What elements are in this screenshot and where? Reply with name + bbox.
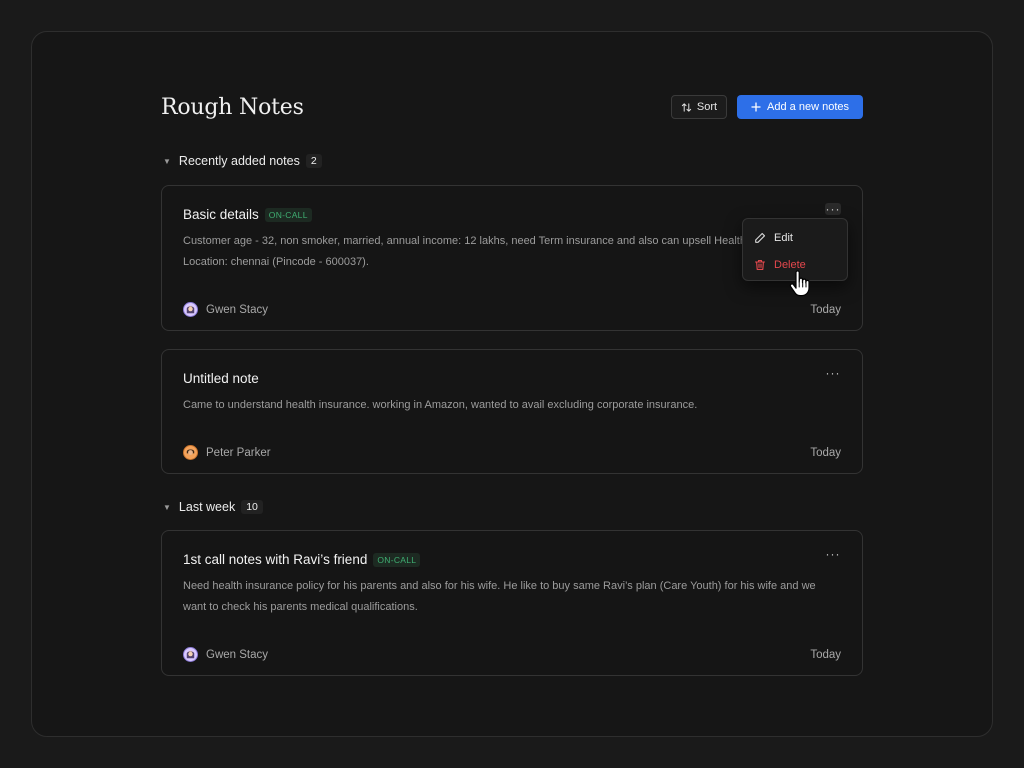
section-header-last-week[interactable]: ▼ Last week 10 [161,498,863,516]
section-label: Recently added notes [178,154,300,168]
author-name: Peter Parker [206,446,271,459]
avatar [183,302,198,317]
trash-icon [754,259,766,271]
more-options-button[interactable]: ··· [825,203,841,215]
section-count-badge: 2 [305,154,322,168]
note-date: Today [810,446,841,459]
add-note-label: Add a new notes [767,101,849,113]
more-horizontal-icon: ··· [825,366,841,380]
avatar [183,445,198,460]
on-call-tag: ON-CALL [264,207,312,222]
plus-icon [751,102,761,112]
note-footer: Gwen Stacy Today [183,647,841,662]
note-title-row: Untitled note [183,350,841,386]
note-card[interactable]: Untitled note Came to understand health … [161,349,863,474]
caret-down-icon: ▼ [163,502,171,512]
note-body: Came to understand health insurance. wor… [183,399,698,411]
note-author: Peter Parker [183,445,271,460]
menu-item-label: Edit [774,231,793,244]
sort-button[interactable]: Sort [670,95,728,119]
note-card[interactable]: 1st call notes with Ravi’s friend ON-CAL… [161,530,863,676]
header-actions: Sort Add a new notes [670,95,863,119]
note-date: Today [810,648,841,661]
more-options-button[interactable]: ··· [825,548,841,560]
section-label: Last week [178,500,236,514]
page-header: Rough Notes Sort Add a new notes [161,88,863,126]
note-footer: Peter Parker Today [183,445,841,460]
section-count-badge: 10 [241,500,263,514]
more-options-button[interactable]: ··· [825,367,841,379]
menu-item-edit[interactable]: Edit [743,224,847,251]
notes-page: Rough Notes Sort Add a new notes ▼ Recen… [161,88,863,676]
note-author: Gwen Stacy [183,647,268,662]
note-author: Gwen Stacy [183,302,268,317]
more-horizontal-icon: ··· [825,547,841,561]
hand-pointer-icon [789,270,813,303]
on-call-tag: ON-CALL [373,552,421,567]
note-date: Today [810,303,841,316]
sort-label: Sort [696,101,718,113]
pencil-icon [754,232,766,244]
note-title: Basic details [183,207,259,222]
menu-item-label: Delete [774,258,806,271]
section-header-recent[interactable]: ▼ Recently added notes 2 [161,152,863,170]
note-footer: Gwen Stacy Today [183,302,841,317]
author-name: Gwen Stacy [206,648,268,661]
add-note-button[interactable]: Add a new notes [737,95,863,119]
author-name: Gwen Stacy [206,303,268,316]
sort-arrows-icon [681,102,692,113]
note-title: 1st call notes with Ravi’s friend [183,552,368,567]
avatar [183,647,198,662]
caret-down-icon: ▼ [163,156,171,166]
note-body: Need health insurance policy for his par… [183,580,816,613]
note-title: Untitled note [183,371,259,386]
note-title-row: 1st call notes with Ravi’s friend ON-CAL… [183,531,841,567]
page-title: Rough Notes [161,94,304,120]
note-title-row: Basic details ON-CALL [183,186,841,222]
more-horizontal-icon: ··· [825,202,841,216]
